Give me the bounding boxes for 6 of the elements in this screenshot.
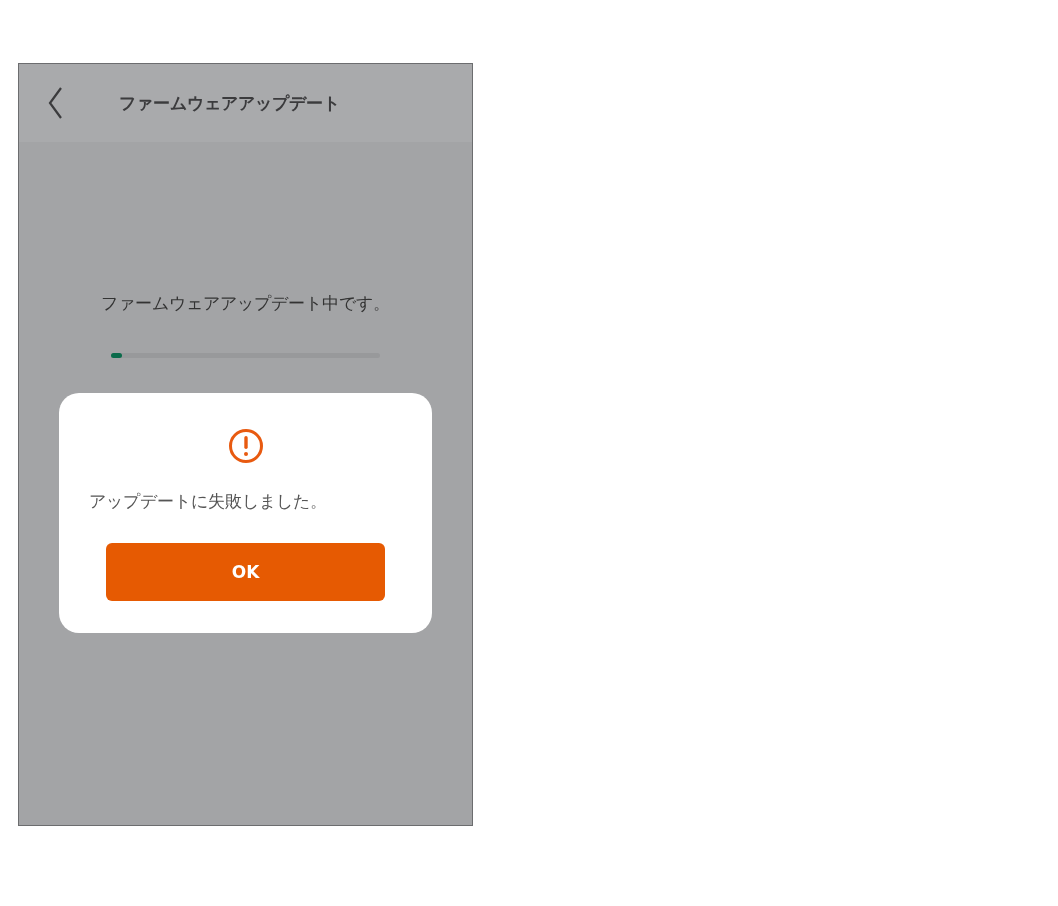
alert-icon xyxy=(227,428,264,464)
ok-button[interactable]: OK xyxy=(106,543,385,601)
status-message: ファームウェアアップデート中です。 xyxy=(101,292,390,315)
screen-title: ファームウェアアップデート xyxy=(119,91,340,115)
back-icon[interactable] xyxy=(47,86,63,120)
error-message: アップデートに失敗しました。 xyxy=(89,490,327,513)
